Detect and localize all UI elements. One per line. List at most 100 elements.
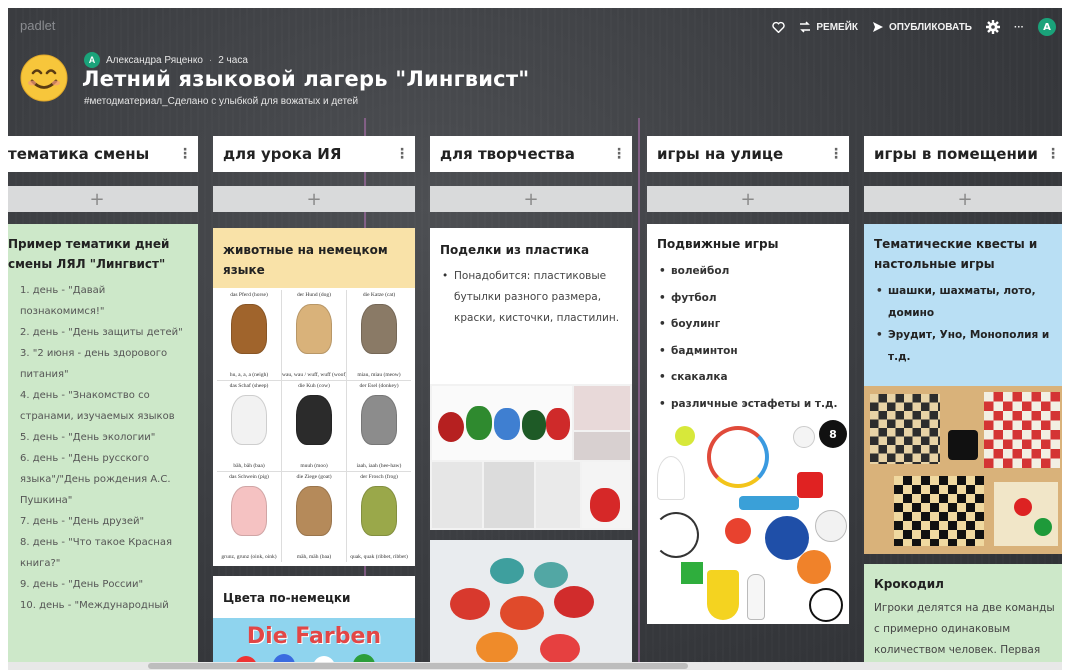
bullet-list: шашки, шахматы, лото, домино Эрудит, Уно… bbox=[874, 280, 1056, 368]
column-language-lesson: для урока ИЯ ⋮ + bbox=[213, 136, 415, 212]
animal-caption-bottom: wau, wau / wuff, wuff (woof) bbox=[282, 372, 346, 378]
column-title: игры в помещении bbox=[874, 145, 1038, 163]
animal-caption-bottom: muuh (moo) bbox=[300, 463, 328, 469]
animal-tile: das Schaf (sheep) bäh, bäh (baa) bbox=[217, 381, 281, 471]
post-card-colors-german[interactable]: Цвета по-немецки Die Farben bbox=[213, 576, 415, 670]
add-post-button[interactable]: + bbox=[864, 186, 1062, 212]
tennis-ball bbox=[675, 426, 695, 446]
column-menu-icon[interactable]: ⋮ bbox=[395, 147, 409, 161]
basketball bbox=[797, 550, 831, 584]
craft-bug bbox=[534, 562, 568, 588]
list-item: боулинг bbox=[657, 311, 839, 338]
list-item: шашки, шахматы, лото, домино bbox=[874, 280, 1056, 324]
like-button[interactable] bbox=[772, 21, 786, 33]
list-item: 5. день - "День экологии" bbox=[20, 432, 156, 443]
author-name[interactable]: Александра Ряценко bbox=[106, 55, 203, 66]
post-card-theme-days[interactable]: Пример тематики дней смены ЛЯЛ "Лингвист… bbox=[8, 224, 198, 670]
smiley-emoji-icon bbox=[20, 54, 68, 102]
animal-picture bbox=[361, 304, 397, 354]
list-item: бадминтон bbox=[657, 338, 839, 365]
sports-equipment-image: 8 bbox=[647, 420, 849, 624]
collage-tile bbox=[432, 386, 572, 460]
list-item: Понадобится: пластиковые бутылки разного… bbox=[440, 266, 622, 329]
card-title: Цвета по-немецки bbox=[223, 591, 351, 605]
dark-apple-craft bbox=[522, 410, 546, 440]
collage-tile bbox=[582, 462, 630, 528]
add-post-button[interactable]: + bbox=[213, 186, 415, 212]
animal-picture bbox=[231, 395, 267, 445]
volleyball bbox=[815, 510, 847, 542]
collage-tile bbox=[432, 462, 482, 528]
column-header[interactable]: для творчества ⋮ bbox=[430, 136, 632, 172]
list-item: скакалка bbox=[657, 364, 839, 391]
board-header: A Александра Ряценко · 2 часа Летний язы… bbox=[20, 52, 1062, 112]
post-card-ladybug-crafts[interactable] bbox=[430, 540, 632, 670]
animal-picture bbox=[231, 304, 267, 354]
ping-pong-paddle bbox=[725, 518, 751, 544]
post-card-board-games[interactable]: Тематические квесты и настольные игры ша… bbox=[864, 224, 1062, 554]
post-card-plastic-crafts[interactable]: Поделки из пластика Понадобится: пластик… bbox=[430, 228, 632, 530]
animal-tile: die Kuh (cow) muuh (moo) bbox=[282, 381, 346, 471]
more-button[interactable]: ··· bbox=[1014, 22, 1024, 33]
card-body: Поделки из пластика Понадобится: пластик… bbox=[430, 228, 632, 329]
list-item: 1. день - "Давай познакомимся!" bbox=[20, 285, 106, 317]
publish-button[interactable]: ОПУБЛИКОВАТЬ bbox=[872, 21, 972, 33]
collage-tile bbox=[536, 462, 580, 528]
user-avatar[interactable]: A bbox=[1038, 18, 1056, 36]
black-dice bbox=[948, 430, 978, 460]
list-item: 7. день - "День друзей" bbox=[20, 516, 145, 527]
animal-tile: das Schwein (pig) grunz, grunz (oink, oin… bbox=[217, 472, 281, 562]
column-header[interactable]: игры на улице ⋮ bbox=[647, 136, 849, 172]
column-title: игры на улице bbox=[657, 145, 784, 163]
settings-button[interactable] bbox=[986, 20, 1000, 34]
card-body: Подвижные игры волейбол футбол боулинг б… bbox=[647, 224, 849, 417]
banner-text: Die Farben bbox=[246, 624, 382, 649]
checkerboard bbox=[870, 394, 940, 464]
billiard-ball: 8 bbox=[819, 420, 847, 448]
bullet-list: Понадобится: пластиковые бутылки разного… bbox=[440, 266, 622, 329]
baseball bbox=[793, 426, 815, 448]
list-item: 3. "2 июня - день здорового питания" bbox=[20, 348, 168, 380]
column-menu-icon[interactable]: ⋮ bbox=[1046, 147, 1060, 161]
jump-rope bbox=[653, 512, 699, 558]
hula-hoop bbox=[707, 426, 769, 488]
list-item: 8. день - "Что такое Красная книга?" bbox=[20, 537, 172, 569]
post-card-crocodile[interactable]: Крокодил Игроки делятся на две команды с… bbox=[864, 564, 1062, 670]
publish-label: ОПУБЛИКОВАТЬ bbox=[889, 21, 972, 33]
animal-caption-top: die Ziege (goat) bbox=[296, 474, 332, 480]
column-menu-icon[interactable]: ⋮ bbox=[829, 147, 843, 161]
animal-tile: die Katze (cat) miau, miau (meow) bbox=[347, 290, 411, 380]
ladybug-craft bbox=[450, 588, 490, 620]
add-post-button[interactable]: + bbox=[430, 186, 632, 212]
card-title: Пример тематики дней смены ЛЯЛ "Лингвист… bbox=[8, 237, 170, 271]
add-post-button[interactable]: + bbox=[8, 186, 198, 212]
remake-button[interactable]: РЕМЕЙК bbox=[799, 21, 858, 33]
post-card-animals-german[interactable]: животные на немецком языке das Pferd (ho… bbox=[213, 228, 415, 566]
red-apple-craft bbox=[438, 412, 464, 442]
animal-caption-bottom: hu, a, a, a (neigh) bbox=[229, 372, 269, 378]
brand-logo[interactable]: padlet bbox=[20, 18, 55, 33]
card-title: Крокодил bbox=[874, 577, 944, 591]
scrollbar-thumb[interactable] bbox=[148, 663, 688, 669]
column-menu-icon[interactable]: ⋮ bbox=[612, 147, 626, 161]
animal-caption-top: die Katze (cat) bbox=[362, 292, 396, 298]
send-icon bbox=[873, 22, 884, 32]
column-outdoor-games: игры на улице ⋮ + bbox=[647, 136, 849, 212]
post-card-active-games[interactable]: Подвижные игры волейбол футбол боулинг б… bbox=[647, 224, 849, 624]
animal-caption-top: das Schwein (pig) bbox=[229, 474, 269, 480]
soccer-ball bbox=[809, 588, 843, 622]
add-post-button[interactable]: + bbox=[647, 186, 849, 212]
chessboard bbox=[894, 476, 984, 546]
column-menu-icon[interactable]: ⋮ bbox=[178, 147, 192, 161]
heart-icon bbox=[772, 21, 786, 33]
page-title: Летний языковой лагерь "Лингвист" bbox=[82, 67, 530, 91]
crafts-photo-collage bbox=[430, 384, 632, 530]
red-apple-craft bbox=[546, 408, 570, 440]
column-header[interactable]: тематика смены ⋮ bbox=[8, 136, 198, 172]
author-avatar[interactable]: A bbox=[84, 52, 100, 68]
horizontal-scrollbar[interactable] bbox=[8, 662, 1062, 670]
animal-caption-top: der Esel (donkey) bbox=[359, 383, 399, 389]
column-header[interactable]: для урока ИЯ ⋮ bbox=[213, 136, 415, 172]
animal-caption-bottom: miau, miau (meow) bbox=[357, 372, 401, 378]
column-header[interactable]: игры в помещении ⋮ bbox=[864, 136, 1062, 172]
